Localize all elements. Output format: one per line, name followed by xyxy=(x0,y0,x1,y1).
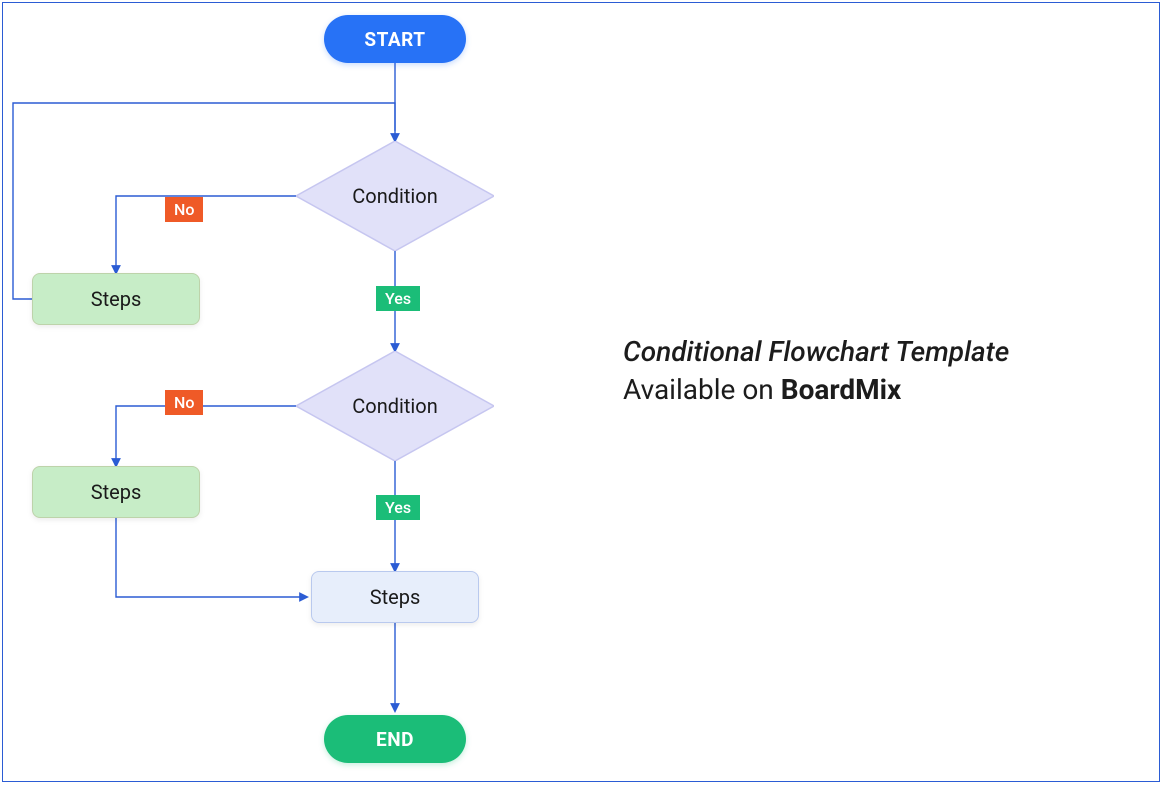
yes-badge-2: Yes xyxy=(376,495,420,520)
start-node: START xyxy=(324,15,466,63)
end-node: END xyxy=(324,715,466,763)
no-badge-1: No xyxy=(165,197,203,222)
caption: Conditional Flowchart Template Available… xyxy=(623,333,1009,409)
caption-brand: BoardMix xyxy=(781,373,902,406)
decision-2-label: Condition xyxy=(296,351,494,461)
caption-prefix: Available on xyxy=(623,373,781,406)
decision-2: Condition xyxy=(296,351,494,461)
steps-1: Steps xyxy=(32,273,200,325)
caption-subtitle: Available on BoardMix xyxy=(623,371,1009,409)
caption-title: Conditional Flowchart Template xyxy=(623,333,1009,371)
diagram-frame: START Condition No Yes Steps Condition N… xyxy=(2,2,1160,782)
decision-1: Condition xyxy=(296,141,494,251)
decision-1-label: Condition xyxy=(296,141,494,251)
no-badge-2: No xyxy=(165,390,203,415)
steps-2: Steps xyxy=(32,466,200,518)
yes-badge-1: Yes xyxy=(376,286,420,311)
steps-3: Steps xyxy=(311,571,479,623)
